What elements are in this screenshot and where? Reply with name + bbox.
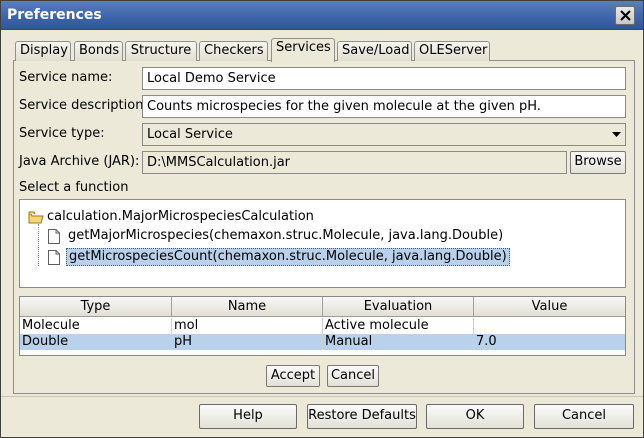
table-cell-name[interactable]: mol	[172, 318, 323, 334]
service-name-input[interactable]: Local Demo Service	[142, 67, 626, 90]
cancel-button[interactable]: Cancel	[534, 404, 634, 429]
open-folder-icon	[28, 211, 44, 224]
jar-path-input[interactable]: D:\MMSCalculation.jar	[142, 151, 567, 174]
service-name-label: Service name:	[19, 70, 113, 85]
help-button[interactable]: Help	[199, 404, 297, 429]
column-header-evaluation[interactable]: Evaluation	[323, 297, 474, 317]
file-icon	[48, 250, 60, 265]
table-cell-evaluation[interactable]: Active molecule	[323, 318, 474, 334]
table-row[interactable]: Molecule mol Active molecule	[20, 318, 625, 334]
service-type-select[interactable]: Local Service	[142, 123, 626, 146]
restore-defaults-button[interactable]: Restore Defaults	[307, 404, 417, 429]
tab-checkers[interactable]: Checkers	[199, 41, 268, 61]
table-cell-type[interactable]: Molecule	[20, 318, 172, 334]
service-description-input[interactable]: Counts microspecies for the given molecu…	[142, 95, 626, 118]
tab-structure[interactable]: Structure	[125, 41, 197, 61]
tree-root-label: calculation.MajorMicrospeciesCalculation	[47, 209, 314, 224]
column-header-type[interactable]: Type	[20, 297, 172, 317]
function-tree[interactable]: calculation.MajorMicrospeciesCalculation…	[19, 199, 626, 288]
parameters-table: Type Name Evaluation Value Molecule mol …	[19, 296, 626, 356]
column-header-name[interactable]: Name	[172, 297, 323, 317]
table-cancel-button[interactable]: Cancel	[327, 365, 379, 387]
table-cell-value[interactable]: 7.0	[474, 334, 625, 350]
accept-button[interactable]: Accept	[266, 365, 320, 387]
table-cell-value[interactable]	[474, 318, 625, 334]
title-bar[interactable]: Preferences	[1, 1, 643, 30]
tree-connector	[38, 224, 39, 266]
ok-button[interactable]: OK	[426, 404, 524, 429]
tab-oleserver[interactable]: OLEServer	[414, 41, 490, 61]
preferences-dialog: Preferences Display Bonds Structure Chec…	[0, 0, 644, 438]
close-button[interactable]	[615, 6, 635, 25]
service-type-value: Local Service	[147, 127, 233, 142]
tree-leaf-label-selected: getMicrospeciesCount(chemaxon.struc.Mole…	[66, 248, 510, 266]
tab-display[interactable]: Display	[15, 41, 71, 61]
table-cell-type[interactable]: Double	[20, 334, 172, 350]
jar-label: Java Archive (JAR):	[19, 154, 140, 169]
table-row-selected[interactable]: Double pH Manual 7.0	[20, 334, 625, 350]
close-icon	[620, 10, 631, 21]
browse-button[interactable]: Browse	[570, 151, 626, 174]
tab-save-load[interactable]: Save/Load	[337, 41, 412, 61]
service-description-label: Service description:	[19, 98, 148, 113]
column-header-value[interactable]: Value	[474, 297, 625, 317]
tree-leaf-label: getMajorMicrospecies(chemaxon.struc.Mole…	[68, 228, 504, 243]
chevron-down-icon	[612, 132, 621, 137]
service-type-label: Service type:	[19, 126, 105, 141]
window-title: Preferences	[7, 7, 102, 23]
select-function-label: Select a function	[19, 180, 129, 195]
table-cell-evaluation[interactable]: Manual	[323, 334, 474, 350]
tab-bonds[interactable]: Bonds	[74, 41, 123, 61]
file-icon	[48, 229, 60, 244]
footer-divider	[1, 396, 643, 397]
table-cell-name[interactable]: pH	[172, 334, 323, 350]
tab-services[interactable]: Services	[271, 38, 335, 62]
